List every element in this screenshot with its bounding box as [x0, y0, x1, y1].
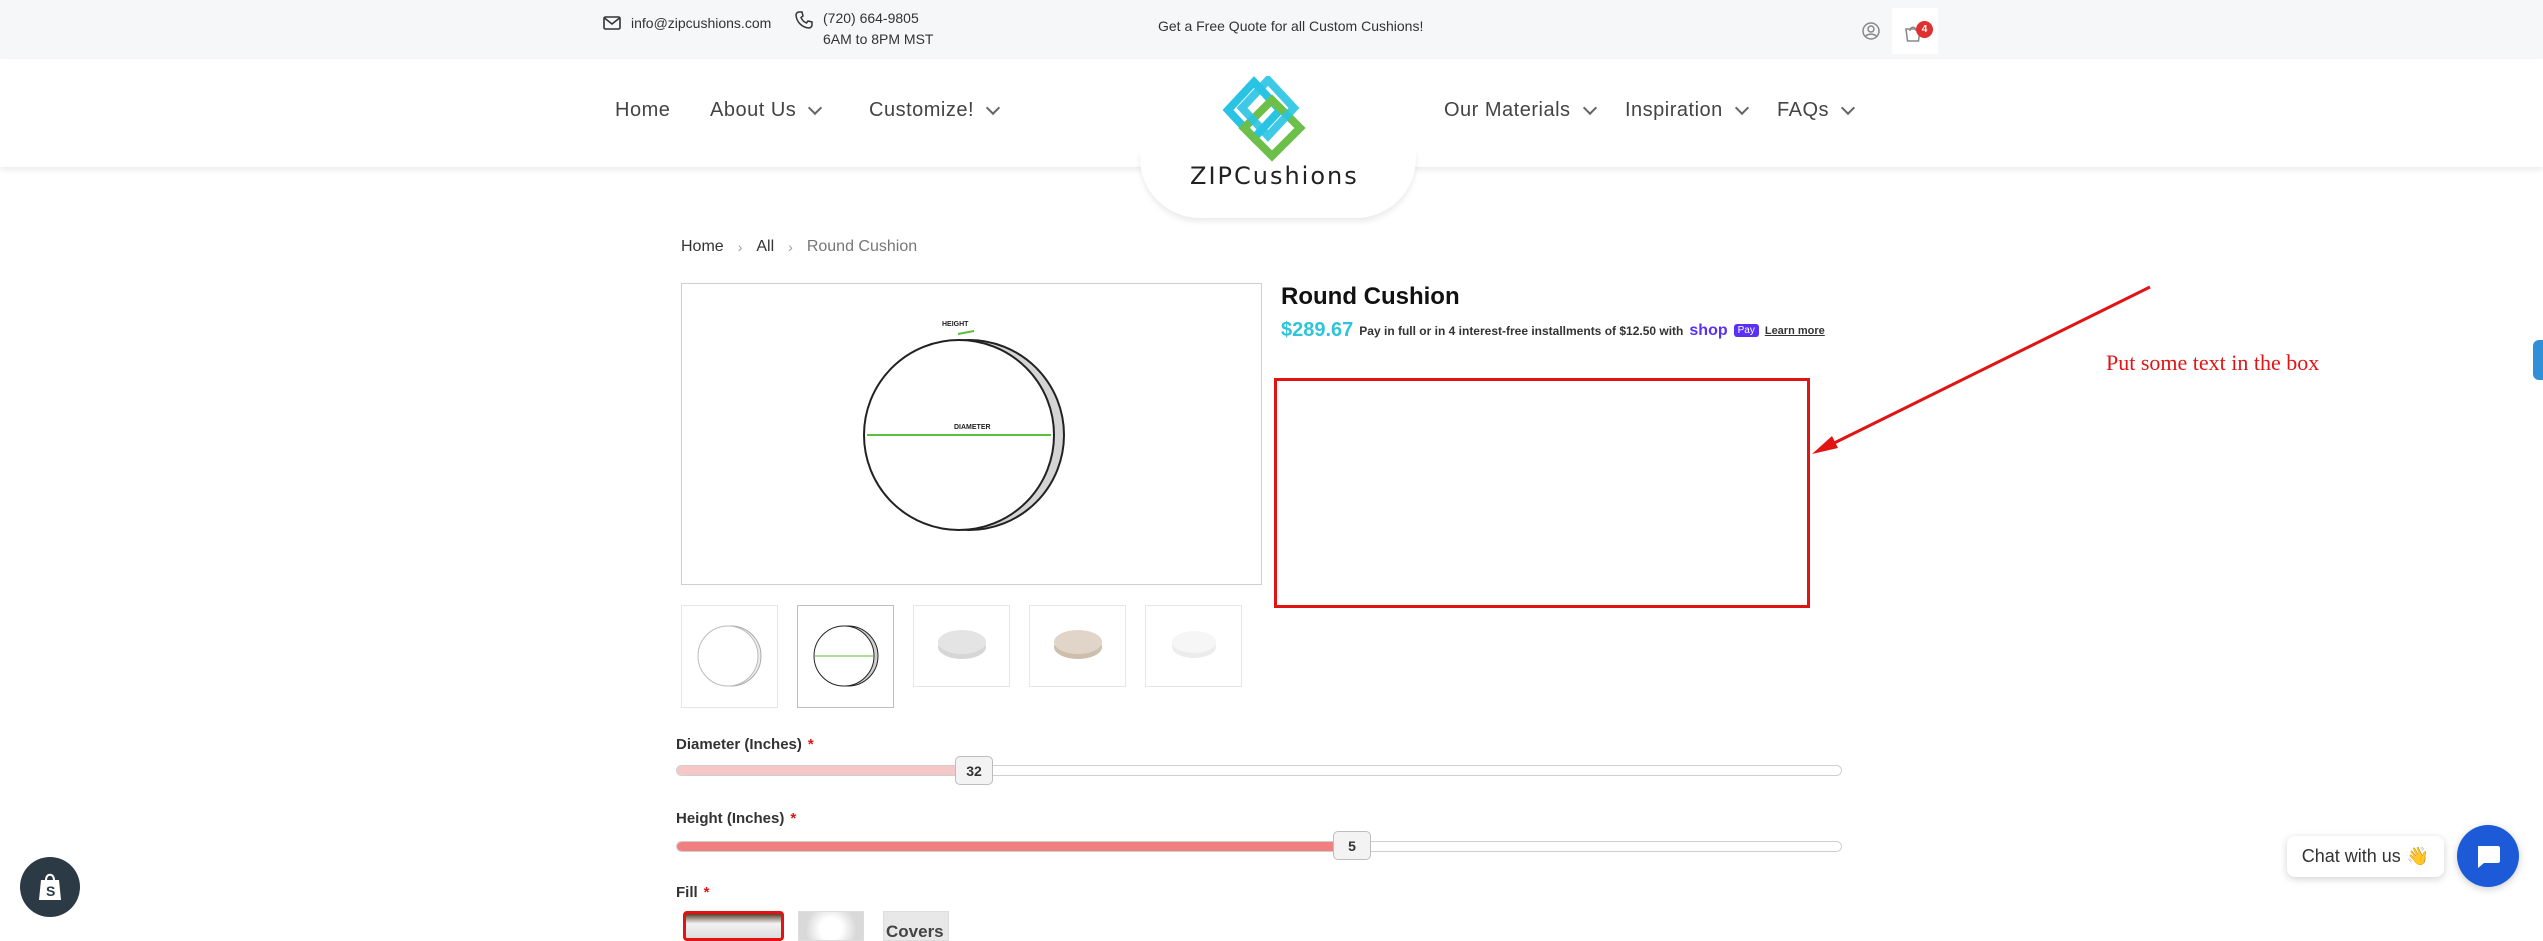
- height-slider-fill: [677, 842, 1353, 851]
- cart-count-badge: 4: [1916, 21, 1933, 38]
- nav-materials-label: Our Materials: [1444, 99, 1571, 121]
- required-marker: *: [807, 736, 814, 753]
- chevron-down-icon: [1840, 100, 1856, 115]
- diameter-label: Diameter (Inches): [676, 736, 802, 753]
- chevron-down-icon: [808, 100, 823, 115]
- side-widget-tab[interactable]: [2533, 340, 2543, 380]
- nav-inspiration[interactable]: Inspiration: [1625, 99, 1749, 122]
- phone-number: (720) 664-9805: [823, 10, 919, 26]
- top-bar: info@zipcushions.com (720) 664-9805 6AM …: [0, 0, 2543, 59]
- chat-button[interactable]: [2457, 825, 2519, 887]
- diameter-label: DIAMETER: [954, 424, 991, 431]
- thumbnail-3[interactable]: [913, 605, 1010, 687]
- diameter-slider-fill: [677, 766, 968, 775]
- chevron-down-icon: [1734, 100, 1749, 115]
- product-title: Round Cushion: [1281, 283, 1460, 310]
- annotation-box[interactable]: [1274, 378, 1810, 608]
- thumbnail-4[interactable]: [1029, 605, 1126, 687]
- nav-customize[interactable]: Customize!: [869, 99, 1001, 122]
- thumbnail-2[interactable]: [797, 605, 894, 708]
- nav-about[interactable]: About Us: [710, 99, 823, 122]
- height-slider[interactable]: [676, 841, 1842, 852]
- shopify-bag-icon: S: [39, 873, 61, 900]
- breadcrumb-current: Round Cushion: [806, 238, 918, 255]
- annotation-arrow-icon: [1812, 285, 2151, 454]
- shop-pay-logo: shop: [1689, 321, 1728, 339]
- chevron-right-icon: ›: [737, 239, 743, 255]
- promo-text[interactable]: Get a Free Quote for all Custom Cushions…: [1158, 18, 1423, 34]
- height-label: HEIGHT: [942, 321, 969, 328]
- nav-customize-label: Customize!: [869, 99, 975, 121]
- shop-pay-badge: Pay: [1733, 324, 1759, 337]
- nav-about-label: About Us: [710, 99, 797, 121]
- zipcushions-logo-icon[interactable]: [1220, 76, 1320, 166]
- chevron-down-icon: [1582, 100, 1597, 115]
- logo-wordmark[interactable]: ZIPCushions: [1190, 162, 1359, 190]
- chat-label: Chat with us: [2301, 846, 2401, 866]
- nav-materials[interactable]: Our Materials: [1444, 99, 1597, 122]
- diameter-slider-handle[interactable]: 32: [955, 756, 993, 785]
- chat-icon: [2478, 846, 2500, 868]
- shopify-button[interactable]: S: [20, 857, 80, 917]
- fill-option: Fill *: [676, 884, 710, 901]
- cushion-diagram: DIAMETER HEIGHT: [863, 321, 1065, 531]
- wave-icon: 👋: [2406, 846, 2430, 866]
- diameter-slider[interactable]: [676, 765, 1842, 776]
- nav-faqs[interactable]: FAQs: [1777, 99, 1856, 122]
- thumbnail-5[interactable]: [1145, 605, 1242, 687]
- phone-link[interactable]: (720) 664-9805 6AM to 8PM MST: [795, 8, 933, 50]
- chevron-right-icon: ›: [788, 239, 793, 255]
- email-link[interactable]: info@zipcushions.com: [603, 15, 771, 31]
- nav-home[interactable]: Home: [615, 99, 670, 122]
- installments-text: Pay in full or in 4 interest-free instal…: [1359, 323, 1684, 338]
- breadcrumb: Home › All › Round Cushion: [681, 238, 917, 256]
- diameter-option: Diameter (Inches) *: [676, 736, 814, 753]
- business-hours: 6AM to 8PM MST: [823, 31, 934, 47]
- price-row: $289.67 Pay in full or in 4 interest-fre…: [1281, 319, 1825, 342]
- email-text: info@zipcushions.com: [631, 15, 772, 31]
- chat-prompt[interactable]: Chat with us 👋: [2287, 836, 2444, 877]
- height-label: Height (Inches): [676, 810, 785, 827]
- height-option: Height (Inches) *: [676, 810, 796, 827]
- product-price: $289.67: [1281, 319, 1354, 341]
- breadcrumb-home[interactable]: Home: [681, 238, 724, 256]
- height-slider-handle[interactable]: 5: [1333, 831, 1371, 860]
- mail-icon: [603, 16, 621, 30]
- required-marker: *: [703, 884, 710, 901]
- thumbnail-1[interactable]: [681, 605, 778, 708]
- product-main-image[interactable]: DIAMETER HEIGHT: [681, 283, 1262, 585]
- nav-home-label: Home: [615, 99, 671, 121]
- nav-faqs-label: FAQs: [1777, 99, 1830, 121]
- nav-inspiration-label: Inspiration: [1625, 99, 1723, 121]
- chevron-down-icon: [985, 100, 1001, 115]
- account-icon[interactable]: [1862, 22, 1880, 40]
- required-marker: *: [790, 810, 797, 827]
- breadcrumb-all[interactable]: All: [756, 238, 774, 256]
- svg-text:S: S: [46, 883, 55, 899]
- cart-button[interactable]: 4: [1892, 8, 1938, 54]
- fill-label: Fill: [676, 884, 698, 901]
